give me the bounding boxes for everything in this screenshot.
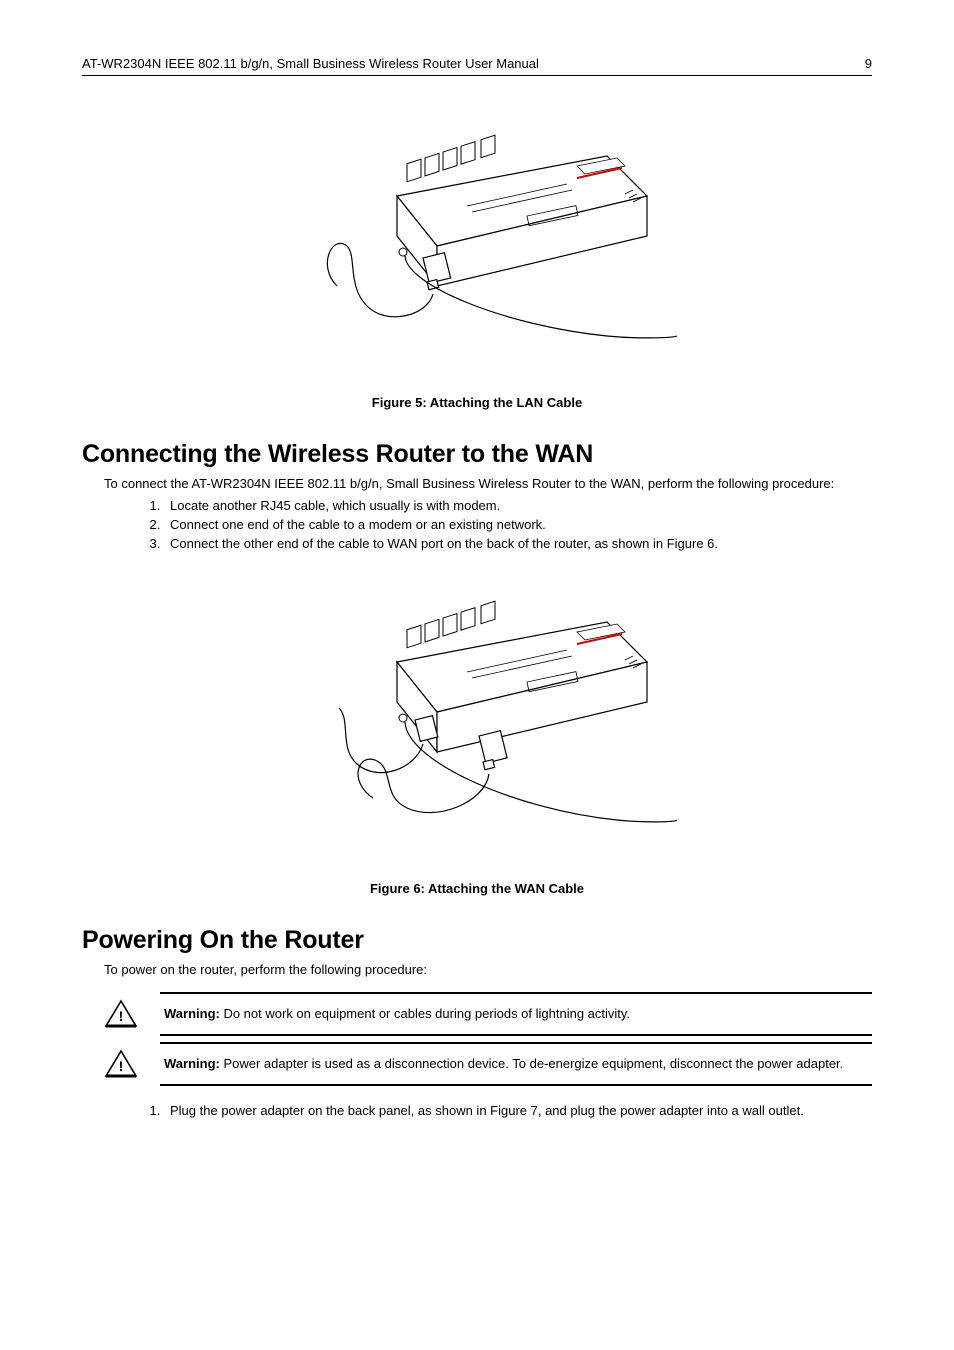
- power-steps: Plug the power adapter on the back panel…: [164, 1102, 872, 1120]
- warning-label: Warning:: [164, 1056, 220, 1071]
- header-title: AT-WR2304N IEEE 802.11 b/g/n, Small Busi…: [82, 56, 539, 71]
- figure-5-image: [82, 106, 872, 381]
- svg-text:!: !: [119, 1058, 124, 1074]
- warning-callout-2: ! Warning: Power adapter is used as a di…: [104, 1042, 872, 1086]
- wan-steps: Locate another RJ45 cable, which usually…: [164, 497, 872, 554]
- figure-6-caption: Figure 6: Attaching the WAN Cable: [82, 881, 872, 896]
- warning-text: Do not work on equipment or cables durin…: [220, 1006, 630, 1021]
- warning-callout-1: ! Warning: Do not work on equipment or c…: [104, 992, 872, 1036]
- header-page-number: 9: [865, 56, 872, 71]
- wan-step: Connect the other end of the cable to WA…: [164, 535, 872, 553]
- wan-step: Connect one end of the cable to a modem …: [164, 516, 872, 534]
- wan-step: Locate another RJ45 cable, which usually…: [164, 497, 872, 515]
- svg-text:!: !: [119, 1008, 124, 1024]
- page-header: AT-WR2304N IEEE 802.11 b/g/n, Small Busi…: [82, 56, 872, 76]
- warning-text: Power adapter is used as a disconnection…: [220, 1056, 843, 1071]
- power-step: Plug the power adapter on the back panel…: [164, 1102, 872, 1120]
- wan-intro: To connect the AT-WR2304N IEEE 802.11 b/…: [104, 475, 872, 493]
- warning-label: Warning:: [164, 1006, 220, 1021]
- power-intro: To power on the router, perform the foll…: [104, 961, 872, 979]
- heading-power: Powering On the Router: [82, 926, 872, 955]
- warning-triangle-icon: !: [104, 999, 160, 1029]
- figure-5-caption: Figure 5: Attaching the LAN Cable: [82, 395, 872, 410]
- heading-wan: Connecting the Wireless Router to the WA…: [82, 440, 872, 469]
- figure-6-image: [82, 572, 872, 867]
- warning-triangle-icon: !: [104, 1049, 160, 1079]
